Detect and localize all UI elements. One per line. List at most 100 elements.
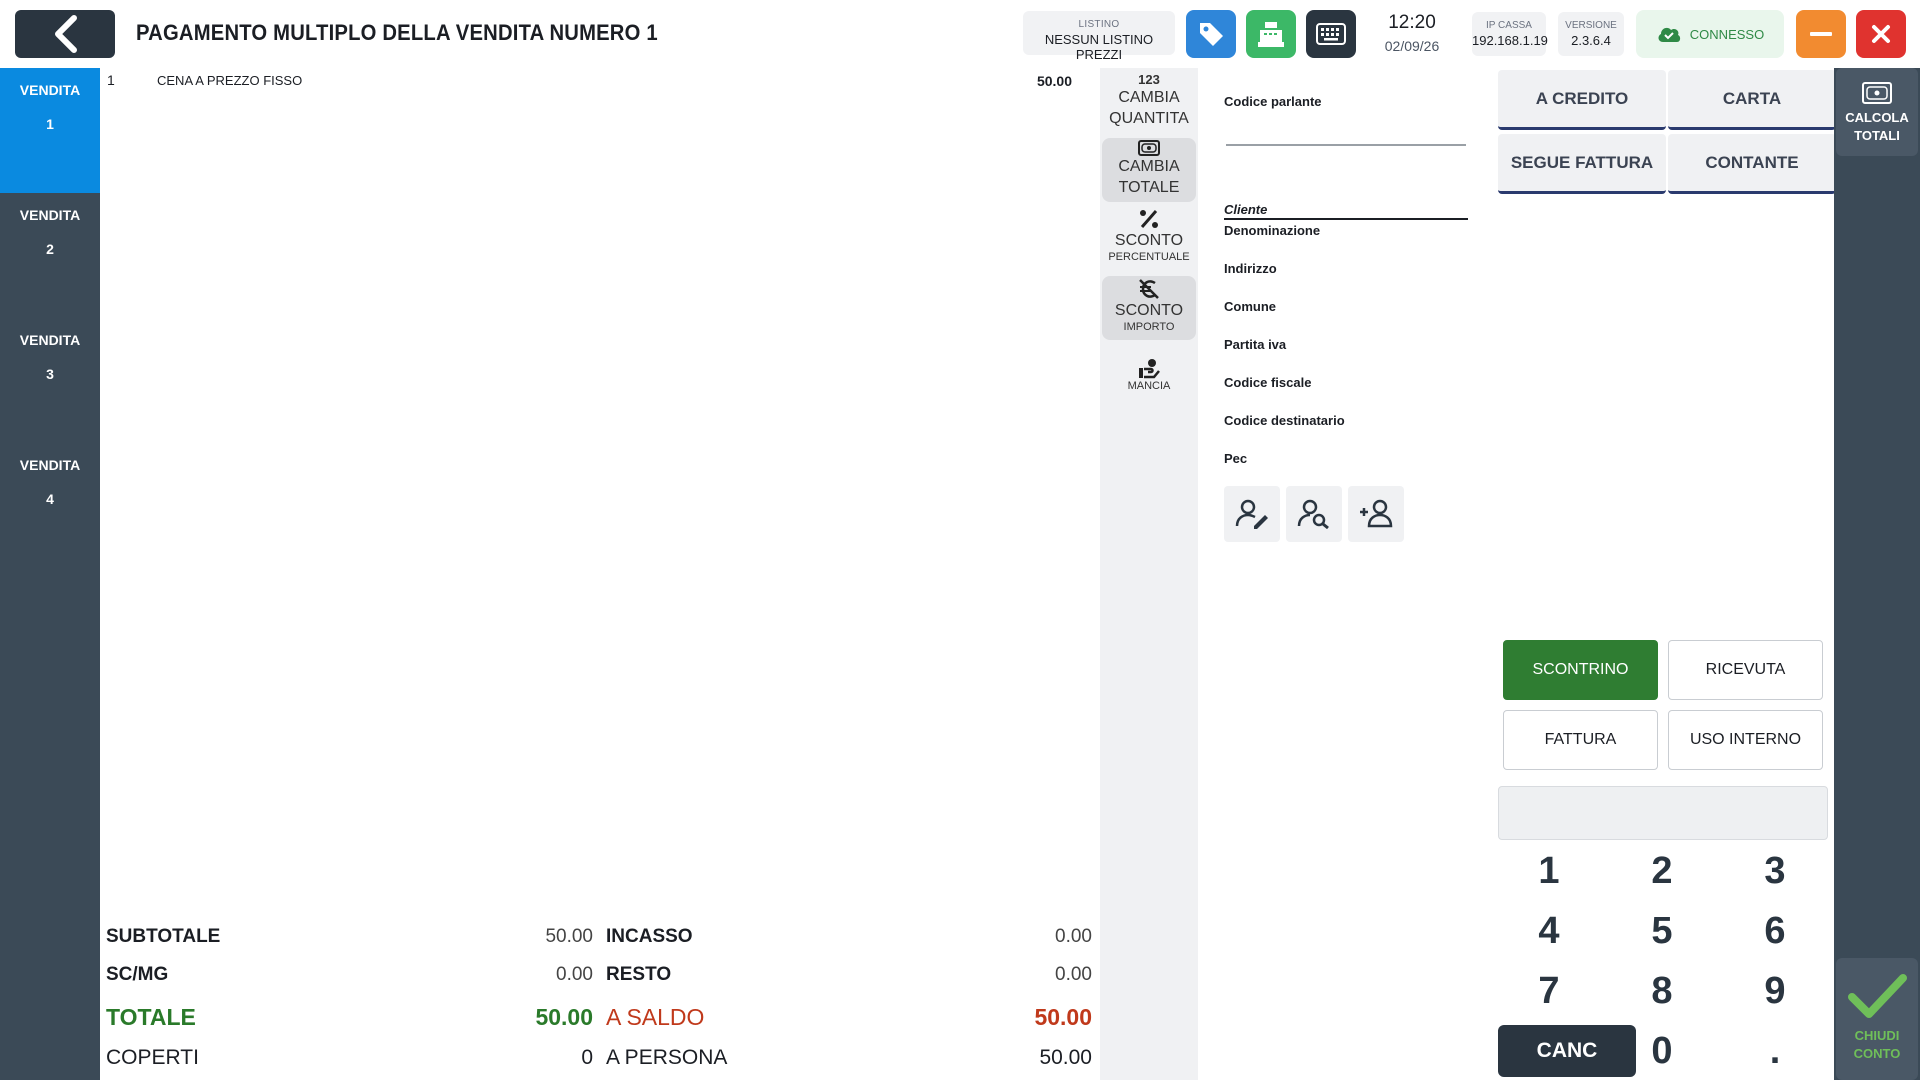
field-pec: Pec (1224, 451, 1248, 466)
search-customer-button[interactable] (1286, 486, 1342, 542)
coperti-label: COPERTI (106, 1046, 199, 1069)
totals-panel: SUBTOTALE 50.00 SC/MG 0.00 TOTALE 50.00 … (100, 920, 1098, 1080)
action-label: SCONTO (1114, 232, 1184, 249)
pay-segue-fattura-button[interactable]: SEGUE FATTURA (1498, 134, 1666, 194)
tab-label: VENDITA (19, 332, 81, 348)
sconto-percentuale-button[interactable]: SCONTO PERCENTUALE (1102, 206, 1196, 272)
a-saldo-label: A SALDO (606, 1004, 705, 1030)
connection-status[interactable]: CONNESSO (1636, 10, 1784, 58)
mancia-button[interactable]: MANCIA (1102, 356, 1196, 402)
key-1[interactable]: 1 (1499, 845, 1599, 897)
sconto-importo-button[interactable]: SCONTO IMPORTO (1102, 276, 1196, 340)
version-box: VERSIONE 2.3.6.4 (1558, 12, 1624, 56)
numbers-icon: 123 (1138, 72, 1160, 87)
key-3[interactable]: 3 (1725, 845, 1825, 897)
key-7[interactable]: 7 (1499, 965, 1599, 1017)
action-label: CAMBIA (1118, 158, 1180, 175)
keyboard-icon (1316, 23, 1346, 45)
field-codice-fiscale: Codice fiscale (1224, 375, 1312, 390)
cambia-totale-button[interactable]: CAMBIA TOTALE (1102, 138, 1196, 202)
tab-number: 4 (46, 491, 54, 507)
keyboard-button[interactable] (1306, 10, 1356, 58)
add-customer-button[interactable] (1348, 486, 1404, 542)
user-search-icon (1297, 499, 1329, 529)
subtotale-value: 50.00 (545, 926, 593, 947)
calcola-totali-button[interactable]: CALCOLA TOTALI (1836, 68, 1918, 156)
key-8[interactable]: 8 (1612, 965, 1712, 1017)
tab-vendita-4[interactable]: VENDITA 4 (0, 443, 100, 568)
price-list-box[interactable]: LISTINO NESSUN LISTINO PREZZI (1023, 11, 1175, 62)
tab-label: VENDITA (19, 82, 81, 98)
key-4[interactable]: 4 (1499, 905, 1599, 957)
cash-register-button[interactable] (1246, 10, 1296, 58)
connection-label: CONNESSO (1689, 26, 1765, 42)
clock-date: 02/09/26 (1384, 38, 1440, 54)
version-label: VERSIONE (1565, 20, 1617, 31)
tag-icon (1200, 23, 1223, 46)
doc-scontrino-button[interactable]: SCONTRINO (1503, 640, 1658, 700)
key-9[interactable]: 9 (1725, 965, 1825, 1017)
percent-icon (1140, 210, 1158, 228)
key-0[interactable]: 0 (1612, 1025, 1712, 1077)
user-add-icon (1360, 499, 1393, 528)
cloud-check-icon (1658, 27, 1680, 42)
ip-label: IP CASSA (1486, 20, 1532, 31)
version-value: 2.3.6.4 (1571, 33, 1611, 48)
minimize-button[interactable] (1796, 10, 1846, 58)
resto-label: RESTO (606, 964, 672, 985)
doc-uso-interno-button[interactable]: USO INTERNO (1668, 710, 1823, 770)
key-6[interactable]: 6 (1725, 905, 1825, 957)
item-description: CENA A PREZZO FISSO (157, 73, 303, 88)
tab-label: VENDITA (19, 207, 81, 223)
right-rail: CALCOLA TOTALI CHIUDI CONTO (1834, 68, 1920, 1080)
tab-vendita-3[interactable]: VENDITA 3 (0, 318, 100, 443)
user-edit-icon (1235, 499, 1268, 529)
action-sublabel: MANCIA (1127, 380, 1171, 392)
item-actions-column: 123 CAMBIA QUANTITA CAMBIA TOTALE SCONTO… (1100, 68, 1198, 1080)
a-persona-value: 50.00 (1039, 1046, 1092, 1069)
tag-button[interactable] (1186, 10, 1236, 58)
key-5[interactable]: 5 (1612, 905, 1712, 957)
close-button[interactable] (1856, 10, 1906, 58)
pay-contante-button[interactable]: CONTANTE (1668, 134, 1836, 194)
cambia-quantita-button[interactable]: 123 CAMBIA QUANTITA (1102, 70, 1196, 136)
coperti-value: 0 (581, 1046, 593, 1069)
clock-time: 12:20 (1388, 12, 1436, 33)
ip-box: IP CASSA 192.168.1.19 (1472, 12, 1548, 56)
banknote-icon (1862, 82, 1892, 104)
chiudi-conto-button[interactable]: CHIUDI CONTO (1836, 958, 1918, 1080)
rail-label: CHIUDI (1854, 1028, 1900, 1043)
tab-vendita-2[interactable]: VENDITA 2 (0, 193, 100, 318)
price-list-label: LISTINO (1078, 19, 1120, 30)
amount-input[interactable] (1498, 786, 1828, 840)
action-label: CAMBIA (1118, 89, 1180, 106)
doc-ricevuta-button[interactable]: RICEVUTA (1668, 640, 1823, 700)
header-bar: PAGAMENTO MULTIPLO DELLA VENDITA NUMERO … (0, 0, 1920, 68)
item-price: 50.00 (1036, 73, 1072, 89)
pay-carta-button[interactable]: CARTA (1668, 70, 1836, 130)
tab-number: 1 (46, 116, 54, 132)
list-item[interactable]: 1 CENA A PREZZO FISSO 50.00 (100, 68, 1098, 94)
back-button[interactable] (15, 10, 115, 58)
tab-label: VENDITA (19, 457, 81, 473)
key-dot[interactable]: . (1725, 1025, 1825, 1077)
key-2[interactable]: 2 (1612, 845, 1712, 897)
doc-fattura-button[interactable]: FATTURA (1503, 710, 1658, 770)
pay-a-credito-button[interactable]: A CREDITO (1498, 70, 1666, 130)
tab-vendita-1[interactable]: VENDITA 1 (0, 68, 100, 193)
clock: 12:20 02/09/26 (1372, 12, 1452, 54)
minus-icon (1810, 32, 1832, 36)
resto-value: 0.00 (1055, 964, 1092, 985)
chevron-left-icon (55, 15, 77, 53)
field-indirizzo: Indirizzo (1224, 261, 1277, 276)
ip-value: 192.168.1.19 (1472, 33, 1548, 48)
subtotale-label: SUBTOTALE (106, 926, 221, 947)
rail-label: CALCOLA (1845, 110, 1909, 125)
close-icon (1872, 25, 1890, 43)
tab-number: 3 (46, 366, 54, 382)
codice-parlante-field[interactable] (1226, 116, 1466, 142)
edit-customer-button[interactable] (1224, 486, 1280, 542)
banknote-icon (1138, 140, 1160, 156)
field-codice-destinatario: Codice destinatario (1224, 413, 1345, 428)
price-list-value: NESSUN LISTINO PREZZI (1044, 32, 1154, 62)
